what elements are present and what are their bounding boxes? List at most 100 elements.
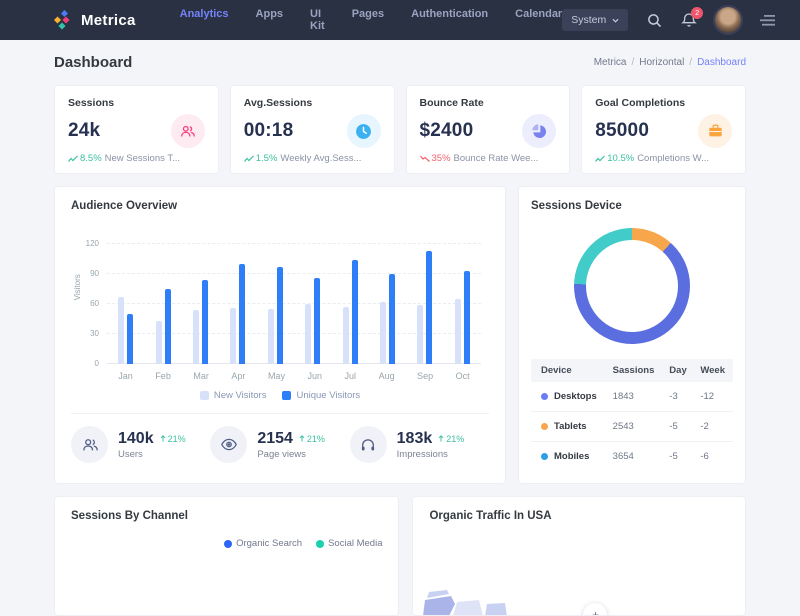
bar-group-aug[interactable] (380, 274, 395, 364)
bar-group-apr[interactable] (230, 264, 245, 364)
legend-social-media[interactable]: Social Media (316, 538, 382, 549)
delta-up: 21% (160, 434, 186, 444)
desktops-dot-icon (541, 393, 548, 400)
bar (455, 299, 461, 364)
summary-users: 140k 21% Users (71, 426, 210, 463)
x-axis-tick: Apr (231, 371, 245, 381)
brand-name: Metrica (81, 12, 136, 29)
legend-swatch (282, 391, 291, 400)
breadcrumb-metrica[interactable]: Metrica (594, 57, 627, 68)
bar (268, 309, 274, 364)
briefcase-icon (698, 114, 732, 148)
menu-icon (759, 14, 776, 27)
bar (230, 308, 236, 364)
summary-label: Page views (257, 449, 325, 460)
bar (277, 267, 283, 364)
bar-group-jan[interactable] (118, 297, 133, 364)
organic-traffic-usa-card: Organic Traffic In USA + (412, 496, 746, 616)
col-device: Device (531, 359, 607, 382)
x-axis-tick: Mar (193, 371, 209, 381)
legend-swatch (200, 391, 209, 400)
user-avatar[interactable] (715, 7, 741, 33)
social-media-dot-icon (316, 540, 324, 548)
delta-up: 21% (299, 434, 325, 444)
y-axis-tick: 120 (86, 239, 99, 248)
bar-group-jul[interactable] (343, 260, 358, 364)
bar (352, 260, 358, 364)
tablets-dot-icon (541, 423, 548, 430)
legend-new-visitors[interactable]: New Visitors (200, 390, 267, 401)
stat-desc-text: Weekly Avg.Sess... (280, 153, 361, 164)
trend-up-icon: 1.5% (244, 153, 278, 164)
notifications-button[interactable]: 2 (681, 12, 697, 29)
summary-page-views: 2154 21% Page views (210, 426, 349, 463)
menu-item-apps[interactable]: Apps (256, 8, 284, 32)
users-icon (71, 426, 108, 463)
system-dropdown-label: System (571, 14, 606, 26)
stat-card-sessions: Sessions 24k 8.5% New Sessions T... (54, 85, 219, 174)
summary-value: 2154 (257, 430, 293, 448)
sidebar-toggle-button[interactable] (759, 14, 776, 27)
table-row-mobiles[interactable]: Mobiles 3654 -5 -6 (531, 442, 733, 472)
bar (239, 264, 245, 364)
bar (305, 304, 311, 364)
top-navbar: Metrica Analytics Apps UI Kit Pages Auth… (0, 0, 800, 40)
summary-value: 140k (118, 430, 154, 448)
breadcrumb-dashboard[interactable]: Dashboard (689, 57, 746, 68)
organic-traffic-title: Organic Traffic In USA (429, 510, 729, 522)
search-button[interactable] (646, 12, 663, 29)
audience-summary-stats: 140k 21% Users 2154 21% Page views (71, 413, 489, 463)
x-axis-tick: Jun (307, 371, 322, 381)
table-row-desktops[interactable]: Desktops 1843 -3 -12 (531, 382, 733, 412)
organic-search-dot-icon (224, 540, 232, 548)
bar (389, 274, 395, 364)
main-menu: Analytics Apps UI Kit Pages Authenticati… (180, 8, 563, 32)
brand-logo[interactable]: Metrica (54, 10, 136, 30)
stat-desc-text: Bounce Rate Wee... (454, 153, 539, 164)
breadcrumb: Metrica Horizontal Dashboard (594, 57, 746, 68)
bar (118, 297, 124, 364)
bar-group-sep[interactable] (417, 251, 432, 364)
breadcrumb-horizontal[interactable]: Horizontal (631, 57, 684, 68)
legend-unique-visitors[interactable]: Unique Visitors (282, 390, 360, 401)
sessions-device-donut-chart[interactable] (574, 228, 690, 344)
x-axis-tick: Sep (417, 371, 433, 381)
clock-icon (347, 114, 381, 148)
bar (127, 314, 133, 364)
bar-group-may[interactable] (268, 267, 283, 364)
stat-title: Avg.Sessions (244, 97, 381, 109)
bar (417, 305, 423, 364)
menu-item-ui-kit[interactable]: UI Kit (310, 8, 325, 32)
x-axis-tick: Aug (379, 371, 395, 381)
y-axis-tick: 90 (90, 269, 99, 278)
usa-map[interactable] (421, 590, 551, 616)
map-zoom-in-button[interactable]: + (583, 603, 607, 616)
users-icon (171, 114, 205, 148)
legend-organic-search[interactable]: Organic Search (224, 538, 302, 549)
summary-value: 183k (397, 430, 433, 448)
bar (314, 278, 320, 364)
bar (156, 321, 162, 364)
menu-item-authentication[interactable]: Authentication (411, 8, 488, 32)
bar-group-jun[interactable] (305, 278, 320, 364)
bar (380, 302, 386, 364)
trend-up-icon: 10.5% (595, 153, 634, 164)
bar-group-mar[interactable] (193, 280, 208, 364)
audience-bar-chart[interactable]: Visitors 0306090120 (107, 244, 481, 364)
bar-group-oct[interactable] (455, 271, 470, 364)
page-title: Dashboard (54, 54, 132, 71)
stat-value: 24k (68, 120, 100, 142)
channel-legend: Organic Search Social Media (71, 538, 382, 549)
bar (193, 310, 199, 364)
stat-value: 00:18 (244, 120, 294, 142)
x-axis-tick: Feb (155, 371, 171, 381)
menu-item-analytics[interactable]: Analytics (180, 8, 229, 32)
eye-icon (210, 426, 247, 463)
bar-group-feb[interactable] (156, 289, 171, 364)
system-dropdown[interactable]: System (562, 9, 628, 31)
table-row-tablets[interactable]: Tablets 2543 -5 -2 (531, 412, 733, 442)
menu-item-calendar[interactable]: Calendar (515, 8, 562, 32)
x-axis-tick: Oct (456, 371, 470, 381)
menu-item-pages[interactable]: Pages (352, 8, 384, 32)
summary-label: Users (118, 449, 186, 460)
